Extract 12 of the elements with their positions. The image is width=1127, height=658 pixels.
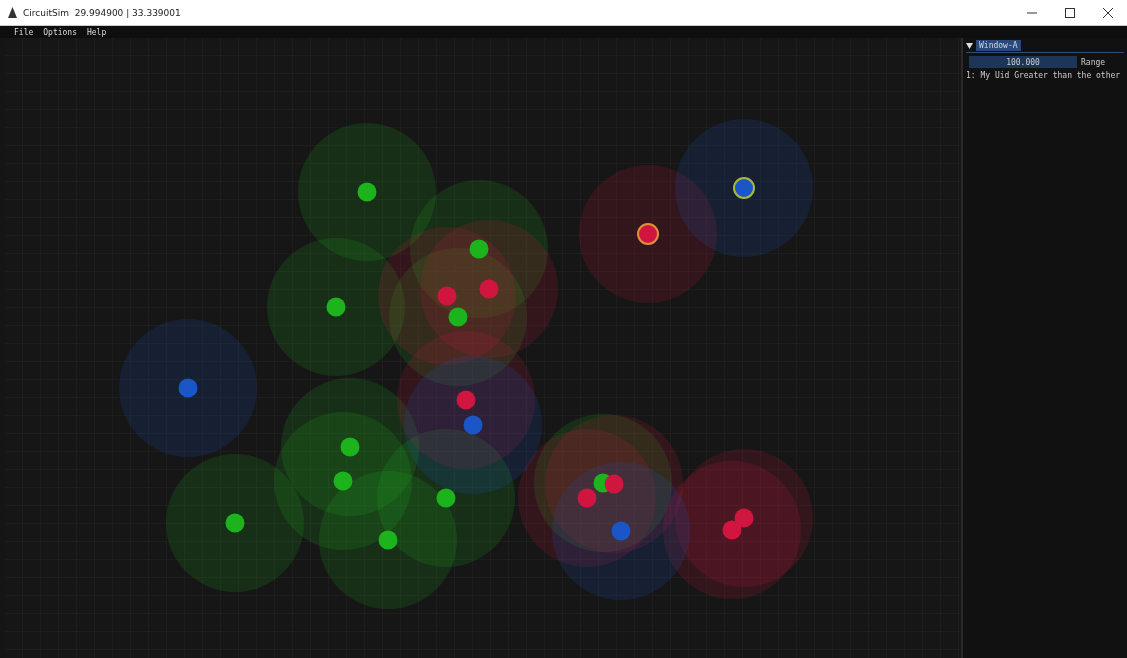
log-line: 1: My Uid Greater than the other — [966, 71, 1122, 80]
menu-item[interactable]: Help — [87, 27, 107, 37]
window-tab[interactable]: Window-A — [976, 40, 1021, 51]
range-field[interactable]: 100.000 — [969, 56, 1077, 68]
maximize-icon[interactable] — [1065, 7, 1075, 18]
close-icon[interactable] — [1103, 7, 1113, 18]
window-title: CircuitSim 29.994900 | 33.339001 — [23, 7, 182, 18]
menu-item[interactable]: Options — [43, 27, 77, 37]
app-logo-icon — [8, 7, 17, 18]
collapse-icon[interactable] — [966, 42, 973, 49]
menu-item[interactable]: File — [14, 27, 34, 37]
range-label: Range — [1081, 57, 1106, 67]
